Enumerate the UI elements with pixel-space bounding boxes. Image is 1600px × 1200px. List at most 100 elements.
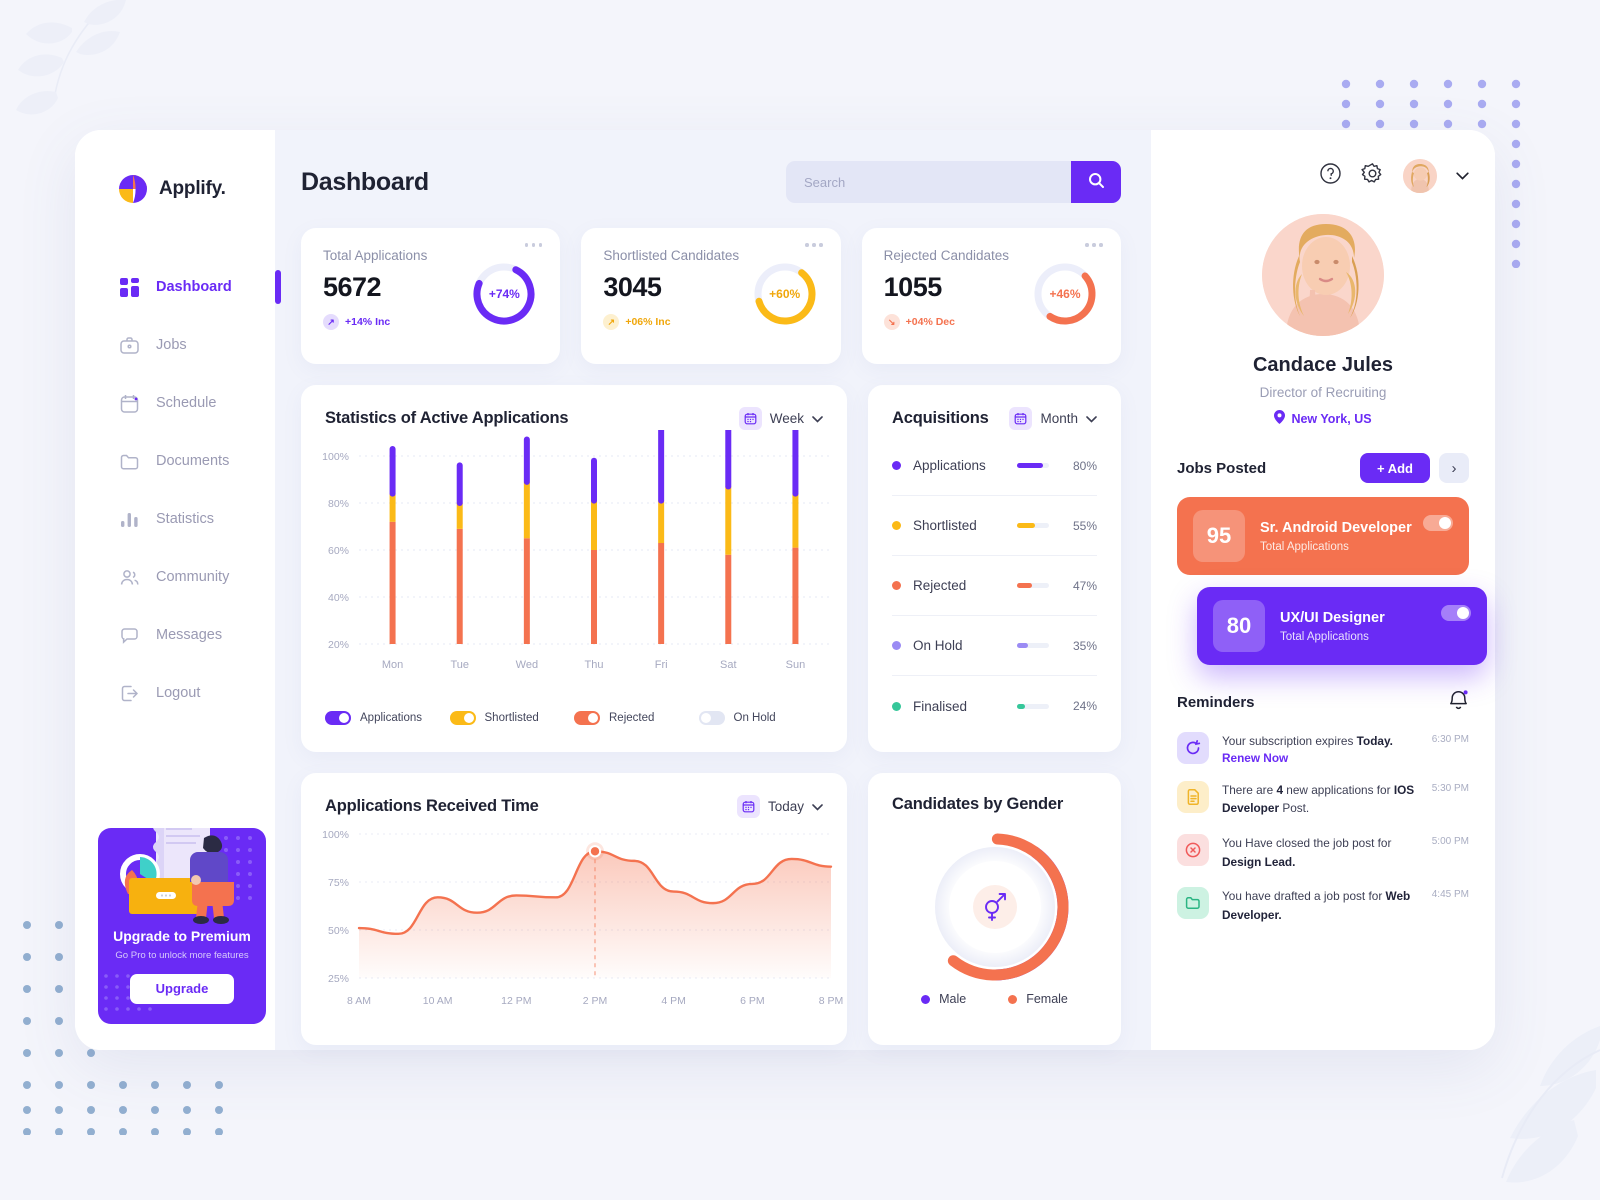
reminder-time: 5:30 PM	[1431, 782, 1469, 794]
stat-card-rejected-candidates: Rejected Candidates 1055 ↘ +04% Dec +46%	[861, 228, 1121, 364]
profile-location-label: New York, US	[1291, 411, 1372, 426]
upgrade-button[interactable]: Upgrade	[130, 974, 234, 1004]
acquisition-value: 24%	[1072, 699, 1097, 713]
avatar[interactable]	[1403, 159, 1437, 193]
reminder-body: There are 4 new applications for IOS Dev…	[1222, 781, 1419, 818]
range-selector-week[interactable]: Week	[738, 407, 823, 430]
reminder-item[interactable]: Your subscription expires Today. Renew No…	[1177, 732, 1469, 765]
reminder-item[interactable]: You have drafted a job post for Web Deve…	[1177, 887, 1469, 924]
bar-chart-legend: Applications Shortlisted Rejected On Hol…	[301, 711, 847, 725]
acquisition-label: Applications	[913, 458, 986, 473]
acquisition-fill	[1017, 463, 1043, 468]
acquisition-value: 80%	[1072, 458, 1097, 473]
stat-ring-label: +74%	[488, 287, 520, 301]
stat-ring-label: +60%	[769, 287, 801, 301]
legend-item-male[interactable]: Male	[921, 992, 966, 1006]
range-selector-month[interactable]: Month	[1009, 407, 1097, 430]
card-menu-button[interactable]	[805, 243, 823, 247]
sidebar-item-dashboard[interactable]: Dashboard	[75, 258, 281, 316]
acquisition-row: Shortlisted 55%	[892, 496, 1097, 556]
range-selector-today[interactable]: Today	[736, 795, 823, 818]
job-toggle[interactable]	[1423, 515, 1453, 531]
area-line-chart: 100% 75% 50% 25% 8 AM 10 AM 12 PM 2 PM 4 PM 6 PM 8…	[322, 829, 843, 1007]
reminder-time: 6:30 PM	[1431, 734, 1469, 745]
toggle-shortlisted[interactable]	[449, 711, 476, 725]
search-input[interactable]	[786, 161, 1071, 203]
legend-swatch	[921, 994, 931, 1004]
reminder-time: 5:00 PM	[1431, 835, 1469, 847]
reminder-item[interactable]: There are 4 new applications for IOS Dev…	[1177, 780, 1469, 818]
panel-header: Applications Received Time Today	[301, 773, 847, 818]
bell-icon[interactable]	[1448, 689, 1469, 716]
legend-item-female[interactable]: Female	[1008, 992, 1068, 1006]
range-label: Month	[1040, 411, 1078, 426]
acquisition-dot	[892, 521, 901, 530]
job-card-sr-android-developer[interactable]: 95 Sr. Android Developer Total Applicati…	[1177, 497, 1469, 575]
sidebar-item-documents[interactable]: Documents	[75, 432, 275, 490]
legend-swatch	[1008, 994, 1018, 1004]
sidebar-item-statistics[interactable]: Statistics	[75, 490, 275, 548]
acquisition-label: Rejected	[913, 578, 967, 593]
app-window: Applify. Dashboard Jobs Schedule Documen…	[75, 130, 1495, 1050]
panel-title: Statistics of Active Applications	[325, 409, 569, 427]
sidebar-item-schedule[interactable]: Schedule	[75, 374, 275, 432]
reminder-item[interactable]: You Have closed the job post for Design …	[1177, 833, 1469, 871]
reminder-text: Your subscription expires Today.	[1222, 734, 1393, 748]
card-menu-button[interactable]	[1085, 243, 1103, 247]
gender-donut-wrap	[868, 826, 1121, 988]
panel-header: Acquisitions Month	[868, 385, 1121, 430]
renew-now-link[interactable]: Renew Now	[1222, 751, 1419, 765]
acquisition-row: Finalised 24%	[892, 676, 1097, 736]
acquisition-fill	[1017, 703, 1025, 709]
toggle-rejected[interactable]	[574, 711, 600, 725]
stat-card-total-applications: Total Applications 5672 ↗ +14% Inc +74%	[301, 228, 561, 364]
svg-text:Sun: Sun	[786, 659, 806, 671]
acquisition-track	[1017, 703, 1049, 709]
sidebar: Applify. Dashboard Jobs Schedule Documen…	[75, 130, 281, 1050]
panel-header: Statistics of Active Applications Week	[301, 385, 847, 430]
toggle-applications[interactable]	[325, 711, 351, 725]
card-menu-button[interactable]	[524, 243, 543, 247]
legend-label: Rejected	[609, 712, 655, 724]
help-circle-icon[interactable]	[1319, 162, 1342, 190]
close-circle-icon	[1177, 833, 1209, 866]
sidebar-item-logout[interactable]: Logout	[75, 664, 275, 722]
folder-icon	[119, 451, 140, 472]
legend-label: On Hold	[733, 712, 776, 724]
sidebar-item-community[interactable]: Community	[75, 548, 275, 606]
topbar: Dashboard	[301, 158, 1121, 206]
upgrade-promo-card[interactable]: Upgrade to Premium Go Pro to unlock more…	[98, 828, 266, 1024]
acquisition-value: 55%	[1072, 518, 1097, 533]
toggle-on-hold[interactable]	[698, 711, 725, 725]
legend-item-applications[interactable]: Applications	[325, 711, 450, 725]
next-jobs-button[interactable]: ›	[1439, 453, 1469, 483]
search-button[interactable]	[1071, 161, 1121, 203]
legend-item-shortlisted[interactable]: Shortlisted	[449, 711, 575, 725]
calendar-icon	[736, 795, 760, 818]
job-toggle[interactable]	[1441, 605, 1471, 621]
acquisition-row: Applications 80%	[892, 436, 1097, 496]
svg-text:60%: 60%	[328, 545, 349, 557]
job-title: Sr. Android Developer	[1260, 519, 1412, 536]
acquisition-row: Rejected 47%	[892, 556, 1097, 616]
reminder-body: You have drafted a job post for Web Deve…	[1222, 887, 1419, 924]
gear-icon[interactable]	[1361, 162, 1384, 190]
svg-text:12 PM: 12 PM	[501, 995, 531, 1007]
job-card-ux-ui-designer[interactable]: 80 UX/UI Designer Total Applications	[1197, 587, 1487, 665]
calendar-icon	[1009, 407, 1033, 430]
promo-subtitle: Go Pro to unlock more features	[115, 950, 249, 961]
legend-label: Applications	[360, 712, 423, 724]
document-icon	[1177, 780, 1209, 813]
sidebar-item-jobs[interactable]: Jobs	[75, 316, 275, 374]
sidebar-item-messages[interactable]: Messages	[75, 606, 275, 664]
applications-received-time-panel: Applications Received Time Today 100% 75…	[301, 773, 847, 1045]
page-title: Dashboard	[301, 167, 429, 196]
add-job-button[interactable]: + Add	[1360, 453, 1430, 483]
profile-photo	[1262, 214, 1384, 336]
job-title: UX/UI Designer	[1280, 609, 1385, 626]
arrow-up-icon: ↗	[323, 314, 339, 330]
reminder-body: You Have closed the job post for Design …	[1222, 834, 1419, 871]
legend-item-on-hold[interactable]: On Hold	[698, 711, 824, 725]
chevron-down-icon[interactable]	[1456, 167, 1469, 185]
legend-item-rejected[interactable]: Rejected	[574, 711, 699, 725]
